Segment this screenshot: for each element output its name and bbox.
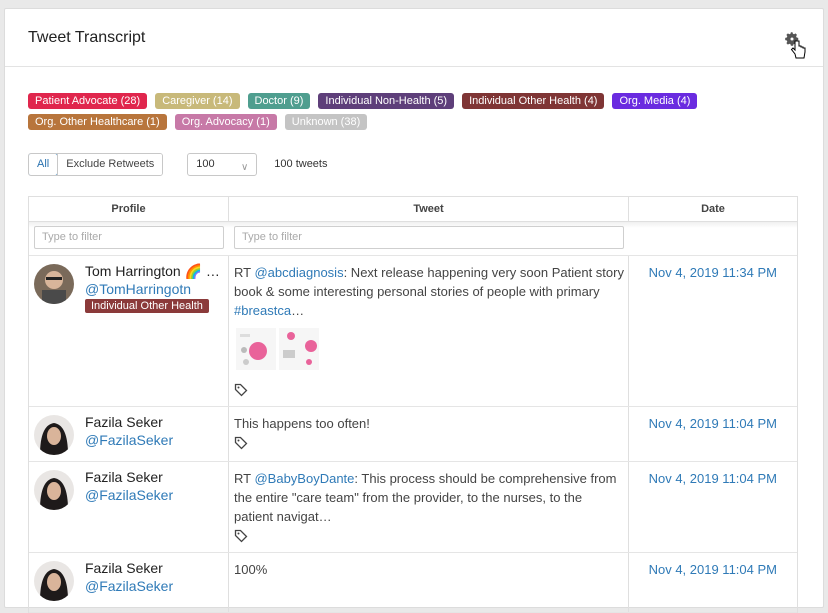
tag-icon[interactable]	[234, 529, 248, 543]
tweet-cell: RT @BabyBoyDante: This process should be…	[229, 462, 629, 552]
hand-cursor-icon	[790, 40, 806, 59]
category-badge[interactable]: Caregiver (14)	[155, 93, 240, 109]
date-cell: Nov 4, 2019 11:04 PM	[629, 462, 797, 552]
category-badges: Patient Advocate (28) Caregiver (14) Docto…	[28, 93, 788, 135]
page-title: Tweet Transcript	[28, 29, 146, 46]
table-row: Fazila Seker @FazilaSeker 100% Nov 4, 20…	[29, 553, 797, 613]
avatar[interactable]	[34, 561, 74, 601]
table-row: Fazila Seker @FazilaSeker This happens t…	[29, 407, 797, 462]
profile-name: Fazila Seker	[85, 414, 163, 430]
toolbar: All Exclude Retweets 100 ∨ 100 tweets	[28, 152, 327, 176]
tweet-filter-cell: Type to filter	[229, 222, 629, 255]
tweet-text: 100%	[234, 562, 268, 577]
filter-row: Type to filter Type to filter	[29, 222, 797, 256]
retweet-filter-toggle: All Exclude Retweets	[28, 152, 164, 176]
panel-header: Tweet Transcript	[5, 9, 823, 67]
profile-cell: Fazila Seker @FazilaSeker	[29, 407, 229, 461]
tweet-date-link[interactable]: Nov 4, 2019 11:04 PM	[649, 471, 777, 486]
column-header-date[interactable]: Date	[629, 197, 797, 221]
badge-row: Org. Other Healthcare (1) Org. Advocacy (…	[28, 114, 788, 130]
tweet-transcript-panel: Tweet Transcript Patient Advocate (28) Ca…	[4, 8, 824, 613]
mention-link[interactable]: @abcdiagnosis	[254, 265, 343, 280]
tweet-cell: RT @abcdiagnosis: Next release happening…	[229, 256, 629, 406]
date-cell: Nov 4, 2019 11:34 PM	[629, 256, 797, 406]
media-thumbnail[interactable]	[279, 328, 319, 370]
table-row: Tom Harrington 🌈 … @TomHarringotn Indivi…	[29, 256, 797, 407]
all-button[interactable]: All	[29, 153, 59, 175]
tweet-text: This happens too often!	[234, 416, 370, 431]
profile-filter-input[interactable]: Type to filter	[34, 226, 224, 249]
tweet-date-link[interactable]: Nov 4, 2019 11:34 PM	[649, 265, 777, 280]
tweet-text: RT @abcdiagnosis: Next release happening…	[234, 263, 624, 320]
category-badge[interactable]: Patient Advocate (28)	[28, 93, 148, 109]
page-size-select[interactable]: 100 ∨	[187, 152, 258, 176]
profile-cell: Fazila Seker @FazilaSeker	[29, 553, 229, 612]
category-badge[interactable]: Org. Advocacy (1)	[174, 114, 277, 130]
profile-handle-link[interactable]: @FazilaSeker	[85, 487, 173, 503]
column-header-tweet[interactable]: Tweet	[229, 197, 629, 221]
tweet-text: RT @BabyBoyDante: This process should be…	[234, 469, 624, 526]
exclude-retweets-button[interactable]: Exclude Retweets	[57, 153, 163, 175]
tweet-filter-input[interactable]: Type to filter	[234, 226, 624, 249]
profile-name: Tom Harrington 🌈 …	[85, 263, 220, 279]
tweet-date-link[interactable]: Nov 4, 2019 11:04 PM	[649, 562, 777, 577]
date-cell: Nov 4, 2019 11:04 PM	[629, 407, 797, 461]
avatar[interactable]	[34, 264, 74, 304]
category-badge[interactable]: Unknown (38)	[284, 114, 368, 130]
tweets-table: Profile Tweet Date Type to filter Type t…	[28, 196, 798, 613]
hashtag-link[interactable]: #breastca	[234, 303, 291, 318]
date-filter-cell	[629, 222, 797, 255]
profile-name: Fazila Seker	[85, 560, 163, 576]
tweet-date-link[interactable]: Nov 4, 2019 11:04 PM	[649, 416, 777, 431]
profile-filter-cell: Type to filter	[29, 222, 229, 255]
avatar[interactable]	[34, 470, 74, 510]
date-cell: Nov 4, 2019 11:04 PM	[629, 553, 797, 612]
table-row: Fazila Seker @FazilaSeker RT @BabyBoyDan…	[29, 462, 797, 553]
category-badge[interactable]: Doctor (9)	[247, 93, 311, 109]
table-header: Profile Tweet Date	[29, 197, 797, 222]
tag-icon[interactable]	[234, 383, 248, 397]
category-badge: Individual Other Health	[85, 299, 209, 313]
retweet-prefix: RT	[234, 471, 255, 486]
avatar[interactable]	[34, 415, 74, 455]
category-badge[interactable]: Org. Media (4)	[612, 93, 698, 109]
tweet-cell: This happens too often!	[229, 407, 629, 461]
badge-row: Patient Advocate (28) Caregiver (14) Docto…	[28, 93, 788, 109]
chevron-down-icon: ∨	[240, 161, 249, 173]
profile-name: Fazila Seker	[85, 469, 163, 485]
category-badge[interactable]: Individual Non-Health (5)	[318, 93, 455, 109]
profile-cell: Fazila Seker @FazilaSeker	[29, 462, 229, 552]
category-badge[interactable]: Individual Other Health (4)	[462, 93, 605, 109]
column-header-profile[interactable]: Profile	[29, 197, 229, 221]
category-badge[interactable]: Org. Other Healthcare (1)	[28, 114, 167, 130]
mention-link[interactable]: @BabyBoyDante	[254, 471, 354, 486]
profile-cell: Tom Harrington 🌈 … @TomHarringotn Indivi…	[29, 256, 229, 406]
profile-handle-link[interactable]: @FazilaSeker	[85, 578, 173, 594]
profile-handle-link[interactable]: @FazilaSeker	[85, 432, 173, 448]
media-thumbnail[interactable]	[236, 328, 276, 370]
profile-handle-link[interactable]: @TomHarringotn	[85, 281, 191, 297]
page-size-value: 100	[196, 157, 215, 170]
tweet-count: 100 tweets	[274, 158, 328, 170]
retweet-prefix: RT	[234, 265, 255, 280]
tweet-ellipsis: …	[291, 303, 305, 318]
tag-icon[interactable]	[234, 436, 248, 450]
tweet-cell: 100%	[229, 553, 629, 612]
